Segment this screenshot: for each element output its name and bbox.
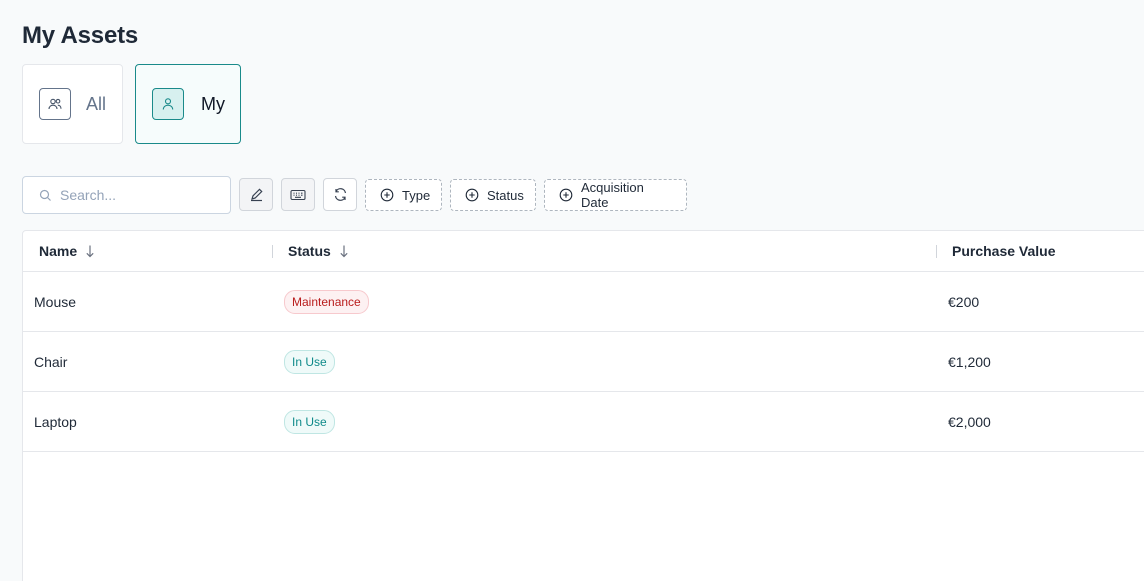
refresh-button[interactable]	[323, 178, 357, 211]
refresh-icon	[333, 187, 348, 202]
filter-status-button[interactable]: Status	[450, 179, 536, 211]
plus-circle-icon	[380, 188, 394, 202]
scope-all-label: All	[86, 93, 107, 114]
column-separator[interactable]	[936, 245, 937, 258]
scope-all-card[interactable]: All	[22, 64, 123, 144]
arrow-down-icon	[85, 244, 95, 258]
search-box[interactable]	[22, 176, 231, 214]
scope-my-label: My	[201, 93, 225, 114]
cell-purchase-value: €2,000	[948, 413, 991, 430]
status-badge: Maintenance	[284, 289, 369, 314]
column-header-name[interactable]: Name	[39, 231, 95, 271]
cell-status: Maintenance	[284, 272, 369, 331]
edit-button[interactable]	[239, 178, 273, 211]
user-icon	[152, 88, 184, 120]
cell-name: Mouse	[34, 293, 77, 310]
page-title: My Assets	[22, 22, 139, 49]
pen-icon	[249, 187, 264, 202]
filter-acquisition-date-label: Acquisition Date	[581, 180, 644, 210]
table-row[interactable]: Chair In Use €1,200	[23, 332, 1144, 392]
assets-page: My Assets All My Search... Type Status A…	[0, 0, 1144, 581]
table-row[interactable]: Mouse Maintenance €200	[23, 272, 1144, 332]
keyboard-button[interactable]	[281, 178, 315, 211]
cell-purchase-value: €1,200	[948, 353, 991, 370]
cell-status: In Use	[284, 392, 335, 451]
search-icon	[39, 189, 52, 202]
status-badge: In Use	[284, 409, 335, 434]
column-header-status-label: Status	[288, 243, 331, 259]
column-separator[interactable]	[272, 245, 273, 258]
assets-table: Name Status Purchase Value Mouse Mainten…	[22, 230, 1144, 581]
keyboard-icon	[290, 189, 306, 201]
status-badge: In Use	[284, 349, 335, 374]
cell-name: Laptop	[34, 413, 77, 430]
table-header: Name Status Purchase Value	[23, 231, 1144, 272]
column-header-purchase-value-label: Purchase Value	[952, 243, 1056, 259]
filter-type-button[interactable]: Type	[365, 179, 442, 211]
cell-purchase-value: €200	[948, 293, 980, 310]
filter-status-label: Status	[487, 187, 524, 203]
plus-circle-icon	[465, 188, 479, 202]
cell-status: In Use	[284, 332, 335, 391]
filter-acquisition-date-button[interactable]: Acquisition Date	[544, 179, 687, 211]
cell-name: Chair	[34, 353, 68, 370]
filter-type-label: Type	[402, 187, 431, 203]
users-icon	[39, 88, 71, 120]
scope-my-card[interactable]: My	[135, 64, 241, 144]
arrow-down-icon	[339, 244, 349, 258]
column-header-status[interactable]: Status	[288, 231, 349, 271]
plus-circle-icon	[559, 188, 573, 202]
search-input[interactable]	[60, 187, 220, 203]
table-row[interactable]: Laptop In Use €2,000	[23, 392, 1144, 452]
column-header-purchase-value[interactable]: Purchase Value	[952, 231, 1056, 271]
column-header-name-label: Name	[39, 243, 78, 259]
